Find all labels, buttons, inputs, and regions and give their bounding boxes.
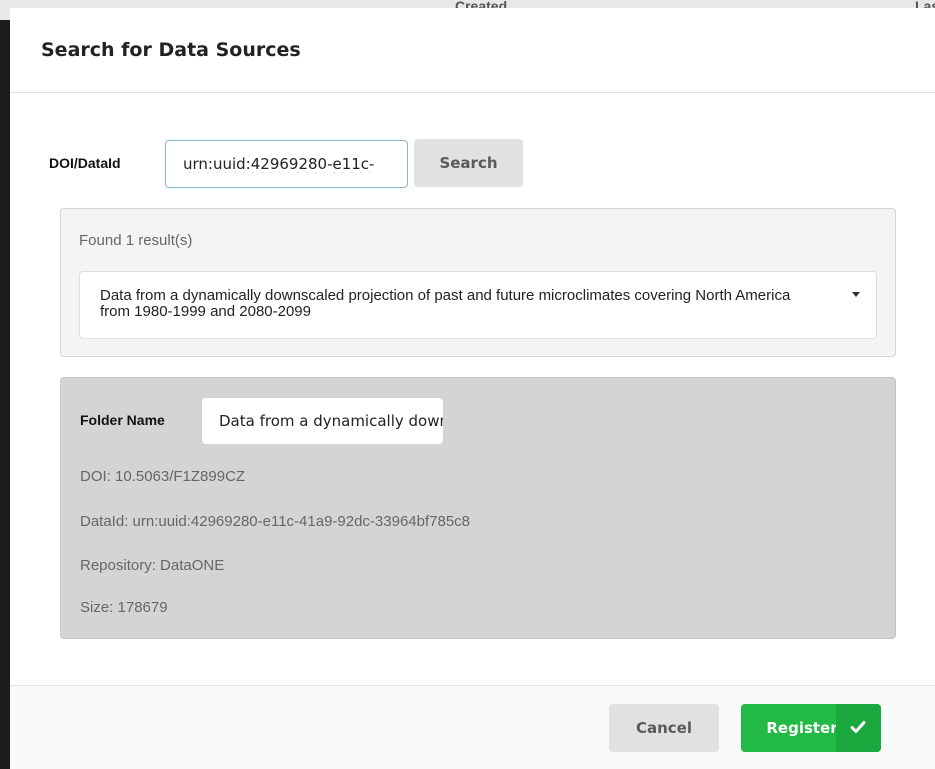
details-panel: Folder Name DOI: 10.5063/F1Z899CZ DataId…	[60, 377, 896, 639]
modal-header: Search for Data Sources	[10, 8, 935, 93]
doi-detail: DOI: 10.5063/F1Z899CZ	[80, 468, 246, 485]
folder-name-input[interactable]	[202, 398, 443, 444]
caret-down-icon	[852, 292, 860, 297]
modal-footer: Cancel Register	[10, 685, 935, 769]
search-button[interactable]: Search	[414, 139, 523, 187]
doi-label: DOI/DataId	[49, 155, 121, 171]
result-dropdown-value: Data from a dynamically downscaled proje…	[100, 287, 791, 320]
results-count: Found 1 result(s)	[79, 232, 193, 249]
results-panel: Found 1 result(s) Data from a dynamicall…	[60, 208, 896, 357]
search-data-sources-modal: Search for Data Sources DOI/DataId Searc…	[10, 8, 935, 769]
repository-detail: Repository: DataONE	[80, 557, 225, 574]
cancel-button[interactable]: Cancel	[609, 704, 719, 752]
doi-input[interactable]	[165, 140, 408, 188]
checkmark-icon	[836, 704, 881, 752]
modal-title: Search for Data Sources	[41, 39, 301, 61]
register-button[interactable]: Register	[741, 704, 881, 752]
result-dropdown[interactable]: Data from a dynamically downscaled proje…	[79, 271, 877, 339]
dataid-detail: DataId: urn:uuid:42969280-e11c-41a9-92dc…	[80, 513, 471, 530]
size-detail: Size: 178679	[80, 599, 168, 616]
search-row: DOI/DataId Search	[10, 139, 935, 191]
folder-name-label: Folder Name	[80, 412, 165, 428]
